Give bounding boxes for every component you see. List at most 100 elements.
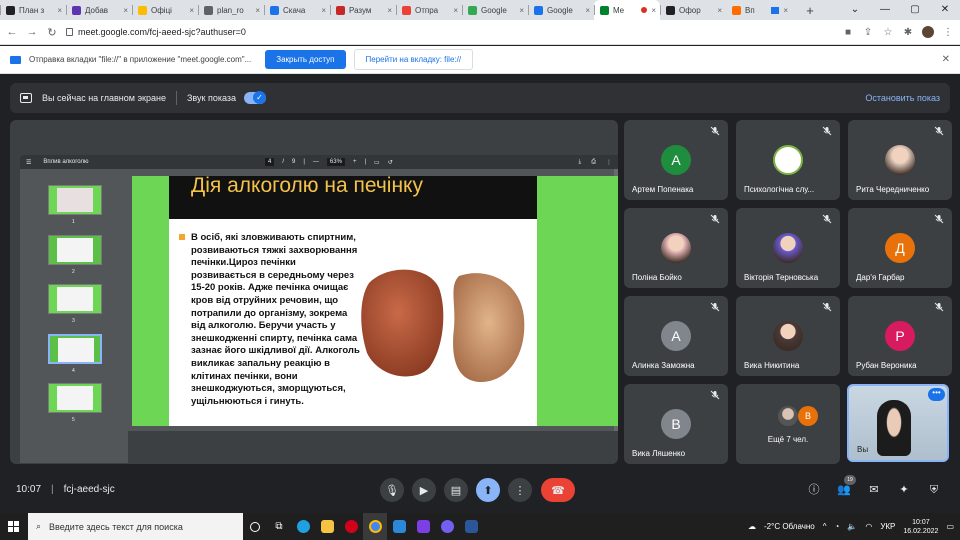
- activities-icon[interactable]: ✦: [897, 483, 911, 497]
- pdf-thumbnail[interactable]: [48, 284, 102, 314]
- browser-tab[interactable]: Скача ×: [264, 0, 330, 20]
- maximize-button[interactable]: ▢: [900, 0, 930, 20]
- browser-tab[interactable]: Разум ×: [330, 0, 396, 20]
- tab-close-icon[interactable]: ×: [519, 6, 524, 15]
- stop-sharing-button[interactable]: Закрыть доступ: [265, 50, 346, 69]
- browser-tab[interactable]: Me ×: [594, 0, 660, 20]
- host-controls-icon[interactable]: ⛨: [927, 483, 941, 497]
- tab-close-icon[interactable]: ×: [387, 6, 392, 15]
- participant-tile[interactable]: Р Рубан Вероника: [848, 296, 952, 376]
- notification-icon[interactable]: ▭: [946, 522, 954, 531]
- chrome-icon[interactable]: [363, 513, 387, 540]
- viber-icon[interactable]: [435, 513, 459, 540]
- info-icon[interactable]: ⓘ: [807, 483, 821, 497]
- chat-icon[interactable]: ✉: [867, 483, 881, 497]
- infobar-close-icon[interactable]: ✕: [942, 54, 950, 65]
- mic-button[interactable]: 🎙: [380, 478, 404, 502]
- start-button[interactable]: [0, 520, 28, 533]
- browser-tab[interactable]: Вп ×: [726, 0, 792, 20]
- browser-tab[interactable]: План з ×: [0, 0, 66, 20]
- more-options-button[interactable]: ⋮: [508, 478, 532, 502]
- network-icon[interactable]: ◔: [835, 522, 840, 531]
- self-tile-menu-button[interactable]: •••: [928, 388, 945, 401]
- participant-tile[interactable]: В Вика Ляшенко: [624, 384, 728, 464]
- leave-call-button[interactable]: ☎: [541, 478, 575, 502]
- pdf-menu-icon[interactable]: ☰: [26, 159, 31, 166]
- participant-tile[interactable]: А Артем Попенака: [624, 120, 728, 200]
- pdf-thumbnail[interactable]: [48, 334, 102, 364]
- captions-button[interactable]: ▤: [444, 478, 468, 502]
- pdf-thumbnail[interactable]: [48, 235, 102, 265]
- url-field[interactable]: meet.google.com/fcj-aeed-sjc?authuser=0: [66, 27, 834, 37]
- participant-tile[interactable]: Психологічна слу...: [736, 120, 840, 200]
- participant-tile[interactable]: Рита Чередниченко: [848, 120, 952, 200]
- explorer-icon[interactable]: [315, 513, 339, 540]
- app-icon[interactable]: [411, 513, 435, 540]
- participant-tile[interactable]: А Алинка Заможна: [624, 296, 728, 376]
- audio-toggle[interactable]: [244, 91, 266, 104]
- reload-icon[interactable]: ↻: [46, 26, 58, 39]
- tab-close-icon[interactable]: ×: [717, 6, 722, 15]
- tab-close-icon[interactable]: ×: [651, 6, 656, 15]
- wifi-icon[interactable]: ◠: [865, 522, 872, 531]
- new-tab-button[interactable]: +: [800, 3, 820, 18]
- volume-icon[interactable]: 🔈: [847, 522, 857, 531]
- tab-search-icon[interactable]: ⌄: [840, 0, 870, 20]
- people-icon[interactable]: 👥: [837, 483, 851, 497]
- print-icon[interactable]: ⎙: [591, 159, 596, 166]
- browser-tab[interactable]: plan_ro ×: [198, 0, 264, 20]
- participant-tile[interactable]: Вика Никитина: [736, 296, 840, 376]
- back-icon[interactable]: ←: [6, 26, 18, 38]
- stop-presenting-button[interactable]: Остановить показ: [865, 93, 940, 103]
- menu-dots-icon[interactable]: ⋮: [942, 27, 954, 38]
- participant-tile[interactable]: В Ещё 7 чел.: [736, 384, 840, 464]
- tab-close-icon[interactable]: ×: [189, 6, 194, 15]
- camera-icon[interactable]: ■: [842, 27, 854, 38]
- tray-chevron-icon[interactable]: ^: [823, 522, 827, 531]
- tab-close-icon[interactable]: ×: [123, 6, 128, 15]
- pdf-thumbnail[interactable]: [48, 185, 102, 215]
- browser-tab[interactable]: Отпра ×: [396, 0, 462, 20]
- zoom-in-icon[interactable]: +: [353, 159, 357, 165]
- bookmark-star-icon[interactable]: ☆: [882, 27, 894, 38]
- pdf-page-input[interactable]: 4: [265, 158, 275, 166]
- tab-close-icon[interactable]: ×: [321, 6, 326, 15]
- switch-tab-button[interactable]: Перейти на вкладку: file://: [353, 49, 474, 70]
- cortana-icon[interactable]: [243, 513, 267, 540]
- minimize-button[interactable]: —: [870, 0, 900, 20]
- pdf-more-icon[interactable]: ⋮: [606, 159, 612, 166]
- tab-close-icon[interactable]: ×: [255, 6, 260, 15]
- word-icon[interactable]: [459, 513, 483, 540]
- camera-button[interactable]: ▶: [412, 478, 436, 502]
- participant-tile[interactable]: Поліна Бойко: [624, 208, 728, 288]
- browser-tab[interactable]: Добав ×: [66, 0, 132, 20]
- pdf-thumbnail[interactable]: [48, 383, 102, 413]
- photos-icon[interactable]: [387, 513, 411, 540]
- browser-tab[interactable]: Офор ×: [660, 0, 726, 20]
- tab-close-icon[interactable]: ×: [783, 6, 788, 15]
- opera-icon[interactable]: [339, 513, 363, 540]
- close-window-button[interactable]: ✕: [930, 0, 960, 20]
- tab-close-icon[interactable]: ×: [57, 6, 62, 15]
- forward-icon[interactable]: →: [26, 26, 38, 38]
- extensions-icon[interactable]: ✱: [902, 27, 914, 38]
- zoom-out-icon[interactable]: —: [313, 159, 319, 165]
- share-icon[interactable]: ⇪: [862, 27, 874, 38]
- participant-tile[interactable]: ••• Вы: [847, 384, 949, 462]
- download-icon[interactable]: ⤓: [579, 159, 582, 166]
- fit-page-icon[interactable]: ▭: [374, 159, 380, 166]
- browser-tab[interactable]: Google ×: [462, 0, 528, 20]
- clock[interactable]: 10:07 16.02.2022: [903, 518, 938, 536]
- participant-tile[interactable]: Д Дар'я Гарбар: [848, 208, 952, 288]
- profile-avatar[interactable]: [922, 26, 934, 38]
- zoom-input[interactable]: 63%: [326, 158, 345, 166]
- participant-tile[interactable]: Вікторія Терновська: [736, 208, 840, 288]
- tab-close-icon[interactable]: ×: [585, 6, 590, 15]
- edge-icon[interactable]: [291, 513, 315, 540]
- task-view-icon[interactable]: ⧉: [267, 513, 291, 540]
- browser-tab[interactable]: Google ×: [528, 0, 594, 20]
- rotate-icon[interactable]: ↺: [388, 159, 393, 166]
- browser-tab[interactable]: Офіці ×: [132, 0, 198, 20]
- present-button[interactable]: ⬆: [476, 478, 500, 502]
- tab-close-icon[interactable]: ×: [453, 6, 458, 15]
